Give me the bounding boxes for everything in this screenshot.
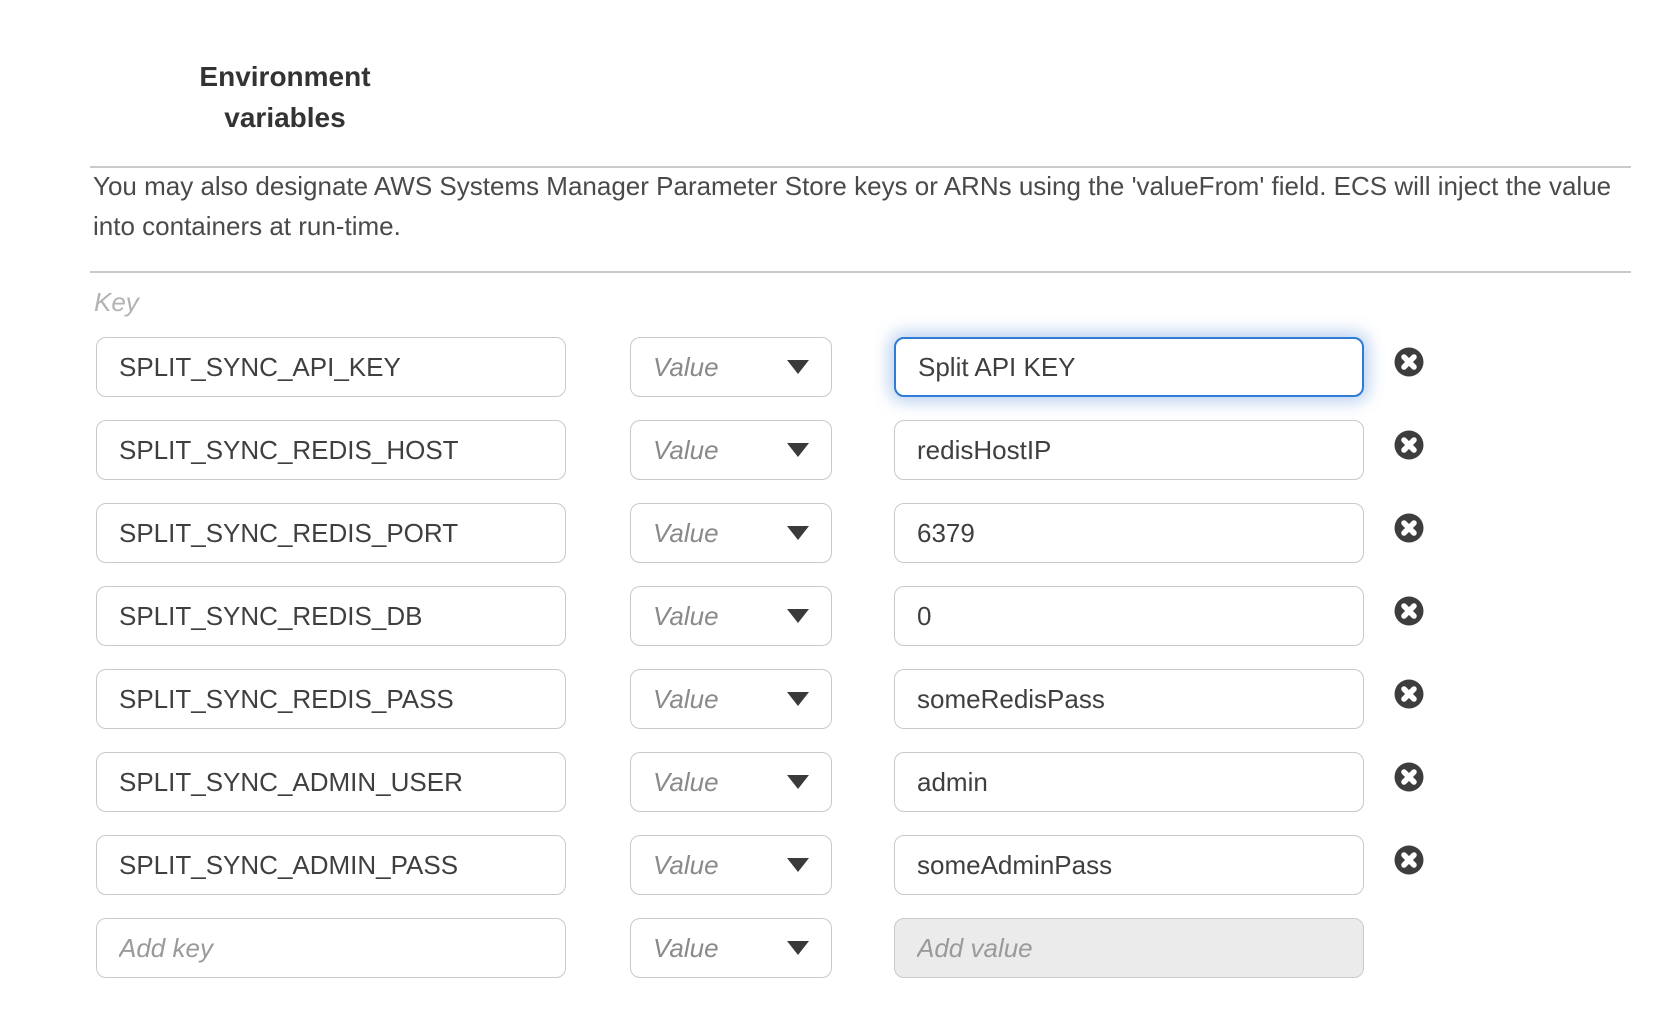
key-column-header: Key <box>94 287 139 318</box>
env-var-row: Value <box>0 503 1678 563</box>
value-type-label: Value <box>653 767 719 798</box>
close-icon <box>1394 845 1424 875</box>
remove-variable-button[interactable] <box>1394 430 1424 460</box>
env-value-input[interactable] <box>894 669 1364 729</box>
value-type-dropdown[interactable]: Value <box>630 918 832 978</box>
value-type-label: Value <box>653 435 719 466</box>
env-var-row: Value <box>0 752 1678 812</box>
section-description: You may also designate AWS Systems Manag… <box>93 166 1638 246</box>
close-icon <box>1394 679 1424 709</box>
close-icon <box>1394 430 1424 460</box>
value-type-dropdown[interactable]: Value <box>630 835 832 895</box>
value-type-label: Value <box>653 850 719 881</box>
remove-variable-button[interactable] <box>1394 762 1424 792</box>
value-type-dropdown[interactable]: Value <box>630 420 832 480</box>
env-key-input[interactable] <box>96 420 566 480</box>
add-value-input[interactable] <box>894 918 1364 978</box>
env-value-input[interactable] <box>894 420 1364 480</box>
env-value-input[interactable] <box>894 835 1364 895</box>
chevron-down-icon <box>787 858 809 872</box>
env-var-rows: Value Value <box>0 337 1678 1001</box>
env-var-row: Value <box>0 420 1678 480</box>
divider-middle <box>90 271 1631 273</box>
env-var-row: Value <box>0 918 1678 978</box>
remove-variable-button[interactable] <box>1394 845 1424 875</box>
env-var-row: Value <box>0 669 1678 729</box>
env-value-input[interactable] <box>894 752 1364 812</box>
env-key-input[interactable] <box>96 669 566 729</box>
value-type-label: Value <box>653 601 719 632</box>
chevron-down-icon <box>787 775 809 789</box>
chevron-down-icon <box>787 941 809 955</box>
remove-variable-button[interactable] <box>1394 513 1424 543</box>
env-key-input[interactable] <box>96 586 566 646</box>
env-var-row: Value <box>0 586 1678 646</box>
env-value-input[interactable] <box>894 586 1364 646</box>
add-key-input[interactable] <box>96 918 566 978</box>
env-var-row: Value <box>0 835 1678 895</box>
chevron-down-icon <box>787 692 809 706</box>
env-key-input[interactable] <box>96 337 566 397</box>
env-key-input[interactable] <box>96 752 566 812</box>
env-value-input[interactable] <box>894 337 1364 397</box>
value-type-label: Value <box>653 518 719 549</box>
remove-variable-button[interactable] <box>1394 596 1424 626</box>
value-type-dropdown[interactable]: Value <box>630 503 832 563</box>
section-label: Environment variables <box>155 56 415 138</box>
environment-variables-section: Environment variables You may also desig… <box>0 0 1678 1018</box>
close-icon <box>1394 762 1424 792</box>
value-type-dropdown[interactable]: Value <box>630 669 832 729</box>
value-type-dropdown[interactable]: Value <box>630 752 832 812</box>
remove-variable-button[interactable] <box>1394 347 1424 377</box>
close-icon <box>1394 513 1424 543</box>
close-icon <box>1394 596 1424 626</box>
chevron-down-icon <box>787 360 809 374</box>
chevron-down-icon <box>787 609 809 623</box>
value-type-dropdown[interactable]: Value <box>630 337 832 397</box>
env-var-row: Value <box>0 337 1678 397</box>
remove-variable-button[interactable] <box>1394 679 1424 709</box>
chevron-down-icon <box>787 443 809 457</box>
env-key-input[interactable] <box>96 835 566 895</box>
env-value-input[interactable] <box>894 503 1364 563</box>
value-type-label: Value <box>653 684 719 715</box>
value-type-label: Value <box>653 933 719 964</box>
env-key-input[interactable] <box>96 503 566 563</box>
value-type-dropdown[interactable]: Value <box>630 586 832 646</box>
value-type-label: Value <box>653 352 719 383</box>
chevron-down-icon <box>787 526 809 540</box>
close-icon <box>1394 347 1424 377</box>
